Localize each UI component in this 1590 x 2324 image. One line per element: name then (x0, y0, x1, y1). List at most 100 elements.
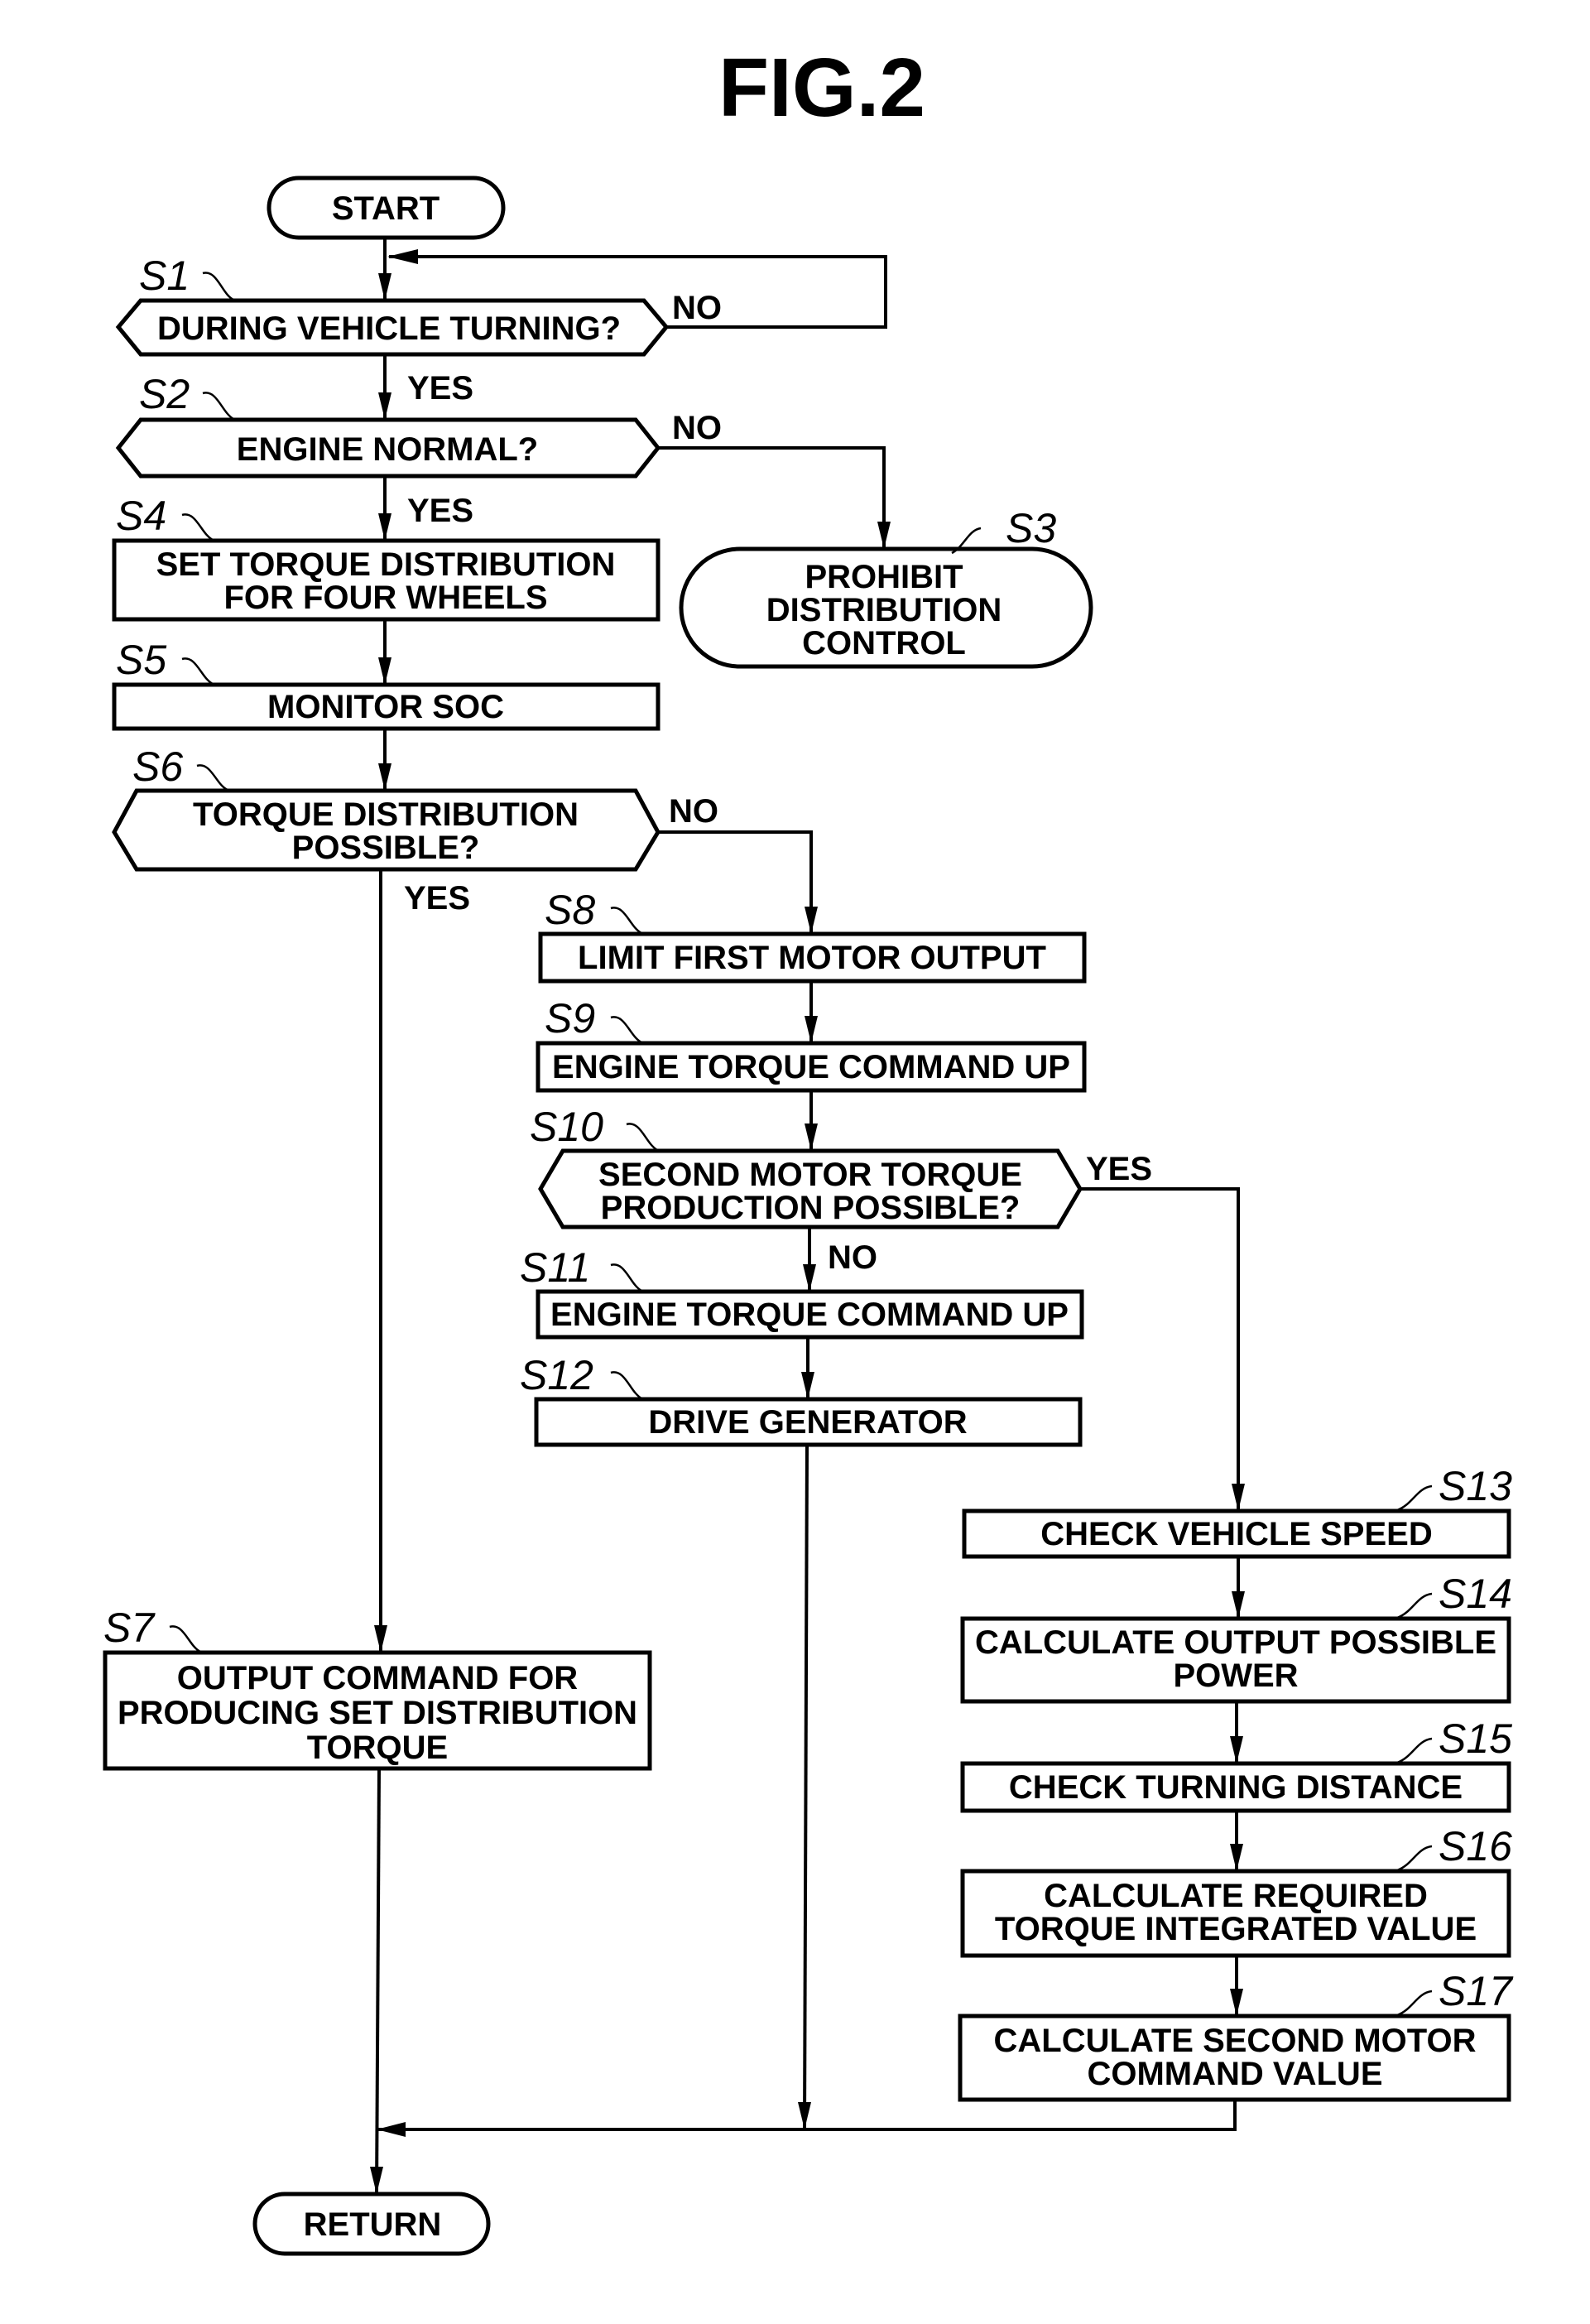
step-id-s3: S3 (1006, 505, 1056, 551)
leader-line (1396, 1484, 1433, 1512)
step-s3-line-1: PROHIBIT (805, 559, 963, 595)
label-s10-yes: YES (1086, 1151, 1152, 1187)
step-id-s6: S6 (132, 743, 183, 790)
step-s1: DURING VEHICLE TURNING? (115, 298, 670, 357)
step-s7-line-1: OUTPUT COMMAND FOR (177, 1660, 579, 1696)
leader-line (1396, 1737, 1433, 1764)
arrowhead (378, 763, 391, 791)
leader-line (610, 1016, 642, 1044)
step-s8: LIMIT FIRST MOTOR OUTPUT (538, 931, 1087, 984)
step-s14: CALCULATE OUTPUT POSSIBLE POWER (960, 1616, 1511, 1704)
arrowhead (803, 1264, 816, 1292)
step-s8-line-1: LIMIT FIRST MOTOR OUTPUT (578, 940, 1046, 976)
arrowhead (370, 2167, 383, 2194)
step-s4-line-1: SET TORQUE DISTRIBUTION (156, 546, 616, 583)
leader-line (1396, 1845, 1433, 1872)
step-id-s1: S1 (139, 253, 190, 299)
step-s13-line-1: CHECK VEHICLE SPEED (1040, 1516, 1432, 1552)
step-s6-line-1: TORQUE DISTRIBUTION (193, 796, 579, 833)
arrowhead (1230, 1844, 1243, 1871)
step-id-s17: S17 (1439, 1968, 1514, 2014)
arrowhead (1232, 1484, 1245, 1511)
step-s16-line-1: CALCULATE REQUIRED (1044, 1878, 1428, 1914)
leader-line (1396, 1592, 1433, 1619)
leader-line (202, 272, 234, 301)
step-s17-line-2: COMMAND VALUE (1087, 2056, 1382, 2092)
connector-s6-s8 (658, 830, 813, 934)
arrowhead (798, 2102, 811, 2129)
leader-line (181, 513, 214, 541)
step-s3: PROHIBIT DISTRIBUTION CONTROL (679, 546, 1093, 669)
step-s16-line-2: TORQUE INTEGRATED VALUE (995, 1911, 1477, 1947)
step-id-s14: S14 (1439, 1571, 1512, 1617)
flowchart: FIG.2 START DURING VEHICLE TURNING? ENGI… (103, 41, 1514, 2256)
label-s1-no: NO (672, 290, 722, 326)
arrowhead (805, 1016, 818, 1043)
connector-s12-join (803, 1444, 809, 2130)
step-s10: SECOND MOTOR TORQUE PRODUCTION POSSIBLE? (538, 1148, 1083, 1229)
leader-line (610, 907, 642, 935)
arrowhead (378, 392, 391, 420)
arrowhead (805, 907, 818, 934)
leader-line (610, 1371, 642, 1400)
step-id-s7: S7 (103, 1605, 156, 1651)
step-s16: CALCULATE REQUIRED TORQUE INTEGRATED VAL… (960, 1869, 1511, 1958)
step-s7: OUTPUT COMMAND FOR PRODUCING SET DISTRIB… (103, 1650, 652, 1771)
step-s6-line-2: POSSIBLE? (292, 830, 480, 866)
arrowhead (378, 657, 391, 685)
step-id-s13: S13 (1439, 1463, 1512, 1509)
step-s9-line-1: ENGINE TORQUE COMMAND UP (552, 1049, 1070, 1085)
step-s4: SET TORQUE DISTRIBUTION FOR FOUR WHEELS (112, 538, 660, 622)
label-s10-no: NO (828, 1239, 877, 1276)
step-id-s5: S5 (116, 637, 166, 683)
step-s9: ENGINE TORQUE COMMAND UP (536, 1041, 1087, 1093)
step-s17-line-1: CALCULATE SECOND MOTOR (994, 2023, 1477, 2059)
arrowhead (801, 1372, 814, 1399)
connector-s10-s13 (1080, 1187, 1240, 1511)
step-s2: ENGINE NORMAL? (115, 417, 661, 479)
return-label: RETURN (304, 2206, 442, 2243)
leader-line (181, 657, 214, 686)
step-id-s8: S8 (545, 887, 595, 933)
step-s3-line-3: CONTROL (802, 625, 966, 662)
leader-line (202, 392, 234, 421)
step-s10-line-1: SECOND MOTOR TORQUE (598, 1157, 1022, 1193)
step-s1-line-1: DURING VEHICLE TURNING? (157, 310, 621, 347)
figure-title: FIG.2 (718, 41, 925, 134)
label-s2-no: NO (672, 410, 722, 446)
step-id-s12: S12 (520, 1352, 593, 1398)
step-s3-line-2: DISTRIBUTION (766, 592, 1002, 628)
step-s13: CHECK VEHICLE SPEED (962, 1508, 1511, 1559)
step-s15-line-1: CHECK TURNING DISTANCE (1009, 1769, 1463, 1806)
label-s2-yes: YES (407, 493, 473, 529)
arrowhead (1230, 1989, 1243, 2016)
arrowhead (387, 249, 418, 264)
step-id-s9: S9 (545, 995, 595, 1042)
label-s6-yes: YES (404, 880, 470, 917)
arrowhead (1230, 1736, 1243, 1763)
step-s5-line-1: MONITOR SOC (267, 689, 504, 725)
label-s6-no: NO (669, 793, 718, 830)
leader-line (626, 1123, 658, 1152)
step-s11: ENGINE TORQUE COMMAND UP (536, 1289, 1084, 1340)
step-s4-line-2: FOR FOUR WHEELS (223, 580, 547, 616)
step-s14-line-1: CALCULATE OUTPUT POSSIBLE (975, 1624, 1496, 1661)
leader-line (610, 1263, 642, 1292)
step-s14-line-2: POWER (1173, 1658, 1298, 1694)
step-id-s4: S4 (116, 493, 166, 539)
step-s15: CHECK TURNING DISTANCE (960, 1761, 1511, 1813)
arrowhead (374, 1625, 387, 1653)
step-s7-line-2: PRODUCING SET DISTRIBUTION (118, 1695, 637, 1731)
step-id-s15: S15 (1439, 1715, 1512, 1762)
step-s5: MONITOR SOC (112, 682, 660, 731)
connector-s2-s3 (658, 446, 886, 549)
arrowhead (378, 513, 391, 541)
return-terminal: RETURN (252, 2192, 491, 2256)
leader-line (1396, 1990, 1433, 2017)
step-s6: TORQUE DISTRIBUTION POSSIBLE? (112, 788, 660, 872)
step-s17: CALCULATE SECOND MOTOR COMMAND VALUE (958, 2014, 1511, 2102)
leader-line (196, 764, 228, 792)
step-s12: DRIVE GENERATOR (534, 1397, 1083, 1447)
step-id-s2: S2 (139, 371, 190, 417)
arrowhead (378, 273, 391, 301)
